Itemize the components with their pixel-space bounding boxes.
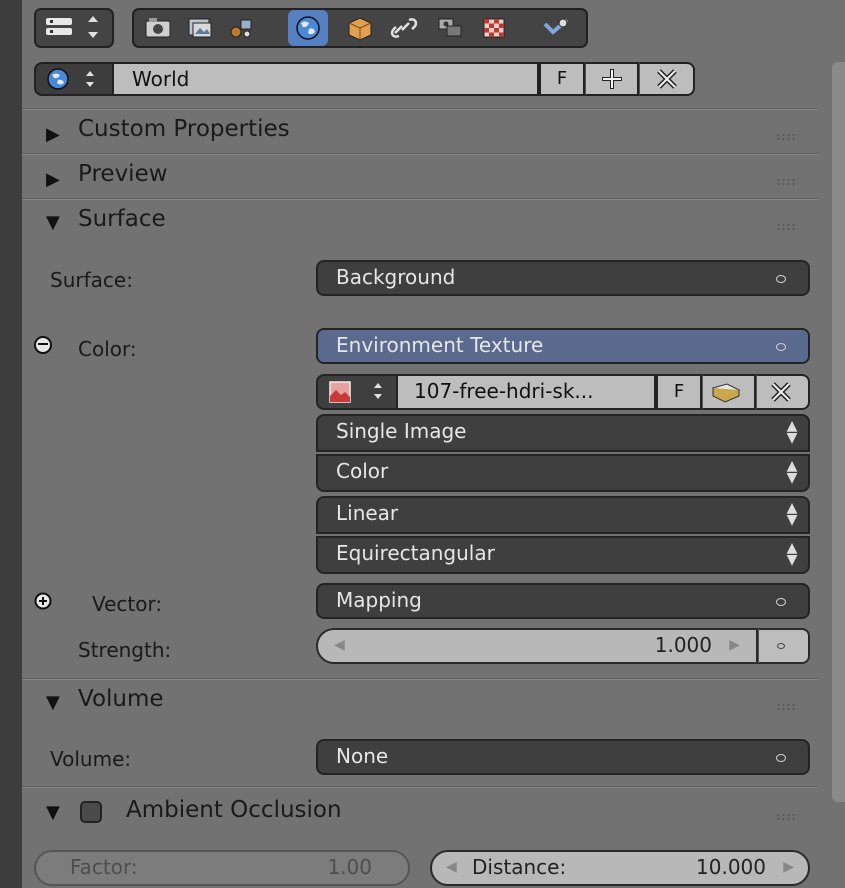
texture-checker-icon[interactable] xyxy=(474,10,514,46)
drag-grip-icon[interactable] xyxy=(776,133,798,141)
drag-grip-icon[interactable] xyxy=(776,178,798,186)
collapsed-triangle-icon: ▶ xyxy=(46,124,60,145)
ao-factor-field[interactable]: Factor: 1.00 xyxy=(34,850,410,886)
constraints-link-icon[interactable] xyxy=(384,10,424,46)
world-icon[interactable] xyxy=(288,10,328,46)
strength-number-field[interactable]: ◀ 1.000 ▶ xyxy=(316,628,758,664)
scene-icon[interactable] xyxy=(222,10,262,46)
vertical-scrollbar[interactable] xyxy=(832,62,845,802)
image-source-dropdown[interactable]: Single Image ▲ ▼ xyxy=(316,414,810,452)
physics-icon[interactable] xyxy=(536,10,576,46)
image-source-value: Single Image xyxy=(336,419,467,443)
projection-dropdown[interactable]: Equirectangular ▲ ▼ xyxy=(316,536,810,574)
expand-node-icon[interactable] xyxy=(34,592,52,614)
volume-label: Volume: xyxy=(50,747,132,771)
modifiers-icon[interactable] xyxy=(430,10,470,46)
panel-title: Ambient Occlusion xyxy=(126,797,342,823)
color-input-value: Environment Texture xyxy=(336,333,544,357)
node-socket-icon xyxy=(776,754,786,762)
collapsed-triangle-icon: ▶ xyxy=(46,169,60,190)
vector-label: Vector: xyxy=(92,592,163,616)
volume-shader-button[interactable]: None xyxy=(316,739,810,775)
ambient-occlusion-checkbox[interactable] xyxy=(80,801,102,823)
strength-link-button[interactable] xyxy=(758,628,810,664)
increment-arrow-icon[interactable]: ▶ xyxy=(783,852,794,883)
unlink-image-button[interactable] xyxy=(756,374,810,410)
strength-value: 1.000 xyxy=(654,633,712,657)
panel-separator xyxy=(22,153,818,155)
panel-separator xyxy=(22,198,818,200)
decrement-arrow-icon[interactable]: ◀ xyxy=(446,852,457,883)
strength-label: Strength: xyxy=(78,638,172,662)
color-space-value: Color xyxy=(336,459,389,483)
node-socket-icon xyxy=(776,343,786,351)
interpolation-value: Linear xyxy=(336,501,399,525)
volume-shader-value: None xyxy=(336,744,389,768)
world-name-field[interactable]: World xyxy=(114,62,539,96)
expanded-triangle-icon: ▼ xyxy=(46,692,60,713)
expanded-triangle-icon: ▼ xyxy=(46,212,60,233)
up-down-arrows-icon: ▲ ▼ xyxy=(786,418,798,446)
panel-separator xyxy=(22,108,818,110)
close-x-icon xyxy=(656,69,677,89)
color-space-dropdown[interactable]: Color ▲ ▼ xyxy=(316,454,810,492)
panel-title: Custom Properties xyxy=(78,116,290,142)
projection-value: Equirectangular xyxy=(336,541,495,565)
properties-editor-icon xyxy=(46,16,98,38)
panel-separator xyxy=(22,786,818,788)
image-icon xyxy=(329,381,382,403)
image-name-field[interactable]: 107-free-hdri-sk... xyxy=(398,374,656,410)
collapse-node-icon[interactable] xyxy=(34,336,52,354)
color-input-button[interactable]: Environment Texture xyxy=(316,328,810,364)
decrement-arrow-icon[interactable]: ◀ xyxy=(334,630,345,661)
plus-icon xyxy=(601,69,622,89)
surface-shader-button[interactable]: Background xyxy=(316,260,810,296)
ao-factor-label: Factor: xyxy=(70,855,138,879)
render-layers-icon[interactable] xyxy=(180,10,220,46)
fake-user-button[interactable]: F xyxy=(539,62,585,96)
increment-arrow-icon[interactable]: ▶ xyxy=(729,630,740,661)
panel-title: Volume xyxy=(78,686,164,712)
unlink-world-button[interactable] xyxy=(639,62,695,96)
close-x-icon xyxy=(771,382,791,402)
expanded-triangle-icon: ▼ xyxy=(46,802,60,823)
panel-title: Preview xyxy=(78,161,168,187)
vector-input-button[interactable]: Mapping xyxy=(316,583,810,619)
ao-distance-value: 10.000 xyxy=(696,855,766,879)
up-down-arrows-icon: ▲ ▼ xyxy=(786,458,798,486)
panel-separator xyxy=(22,678,818,680)
surface-shader-value: Background xyxy=(336,265,456,289)
image-fake-user-button[interactable]: F xyxy=(656,374,702,410)
color-label: Color: xyxy=(78,337,137,361)
left-edge-strip xyxy=(0,0,22,888)
surface-label: Surface: xyxy=(50,268,133,292)
editor-type-selector[interactable] xyxy=(34,8,114,48)
ao-distance-label: Distance: xyxy=(472,855,567,879)
world-browse-button[interactable] xyxy=(34,62,114,96)
interpolation-dropdown[interactable]: Linear ▲ ▼ xyxy=(316,496,810,534)
folder-open-icon xyxy=(711,383,741,403)
render-camera-icon[interactable] xyxy=(138,10,178,46)
open-image-button[interactable] xyxy=(702,374,756,410)
drag-grip-icon[interactable] xyxy=(776,813,798,821)
node-socket-icon xyxy=(776,598,786,606)
panel-title: Surface xyxy=(78,206,166,232)
ao-factor-value: 1.00 xyxy=(327,855,372,879)
node-socket-icon xyxy=(777,643,785,649)
new-world-button[interactable] xyxy=(585,62,639,96)
world-icon xyxy=(47,68,94,90)
drag-grip-icon[interactable] xyxy=(776,703,798,711)
drag-grip-icon[interactable] xyxy=(776,223,798,231)
image-browse-button[interactable] xyxy=(316,374,398,410)
node-socket-icon xyxy=(776,275,786,283)
ao-distance-field[interactable]: ◀ Distance: 10.000 ▶ xyxy=(430,850,810,886)
vector-input-value: Mapping xyxy=(336,588,422,612)
object-icon[interactable] xyxy=(340,10,380,46)
up-down-arrows-icon: ▲ ▼ xyxy=(786,500,798,528)
up-down-arrows-icon: ▲ ▼ xyxy=(786,540,798,568)
